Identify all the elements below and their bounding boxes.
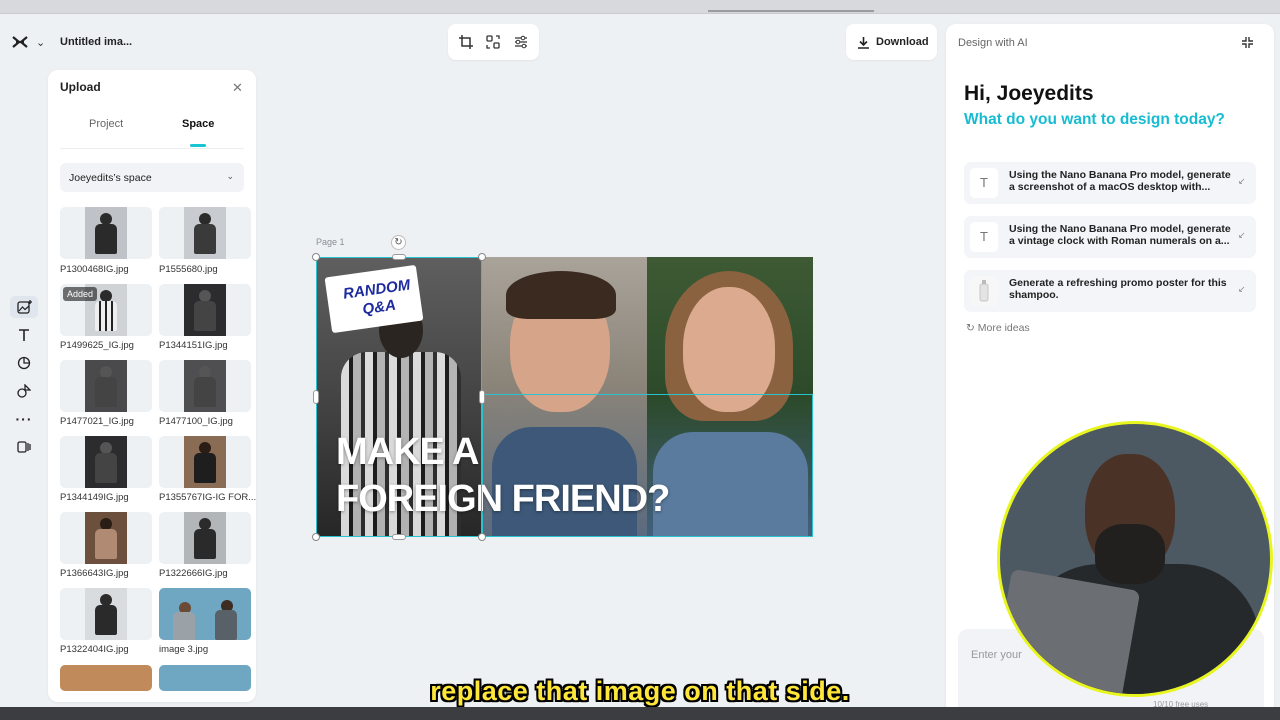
close-icon[interactable]: ✕: [232, 80, 243, 96]
file-name: P1344149IG.jpg: [60, 492, 129, 503]
page-label: Page 1: [316, 237, 345, 247]
download-label: Download: [876, 36, 929, 48]
suggestion-text: Using the Nano Banana Pro model, generat…: [1009, 169, 1231, 193]
more-ideas-label: More ideas: [977, 322, 1030, 334]
upload-panel: Upload ✕ Project Space Joeyedits’s space…: [48, 70, 256, 702]
shapes-icon: [17, 356, 31, 370]
resize-handle[interactable]: [392, 254, 406, 260]
insert-arrow-icon[interactable]: ↙: [1238, 230, 1246, 241]
resize-handle[interactable]: [312, 533, 320, 541]
space-select[interactable]: Joeyedits’s space ⌄: [60, 163, 244, 192]
tab-divider: [60, 148, 244, 149]
insert-arrow-icon[interactable]: ↙: [1238, 176, 1246, 187]
text-icon: T: [970, 222, 998, 252]
added-badge: Added: [63, 287, 98, 301]
file-name: P1300468IG.jpg: [60, 264, 129, 275]
webcam-overlay: [997, 421, 1273, 697]
file-thumbnail[interactable]: [60, 588, 152, 640]
suggestion-card[interactable]: T Using the Nano Banana Pro model, gener…: [964, 216, 1256, 258]
more-tools[interactable]: ···: [10, 408, 38, 430]
browser-scroll-indicator: [708, 10, 874, 12]
upload-image-tool[interactable]: [10, 296, 38, 318]
chevron-down-icon: ⌄: [226, 171, 234, 181]
file-name: P1555680.jpg: [159, 264, 218, 275]
crop-icon[interactable]: [455, 31, 477, 53]
file-thumbnail[interactable]: [159, 360, 251, 412]
file-name: P1366643IG.jpg: [60, 568, 129, 579]
browser-chrome: [0, 0, 1280, 14]
active-tab-indicator: [190, 144, 206, 147]
refresh-icon: ↻: [966, 322, 975, 334]
tab-project[interactable]: Project: [89, 118, 123, 130]
shampoo-thumbnail-icon: [970, 276, 998, 306]
file-name: P1499625_IG.jpg: [60, 340, 134, 351]
panel-toggle-tool[interactable]: [10, 436, 38, 458]
suggestion-card[interactable]: Generate a refreshing promo poster for t…: [964, 270, 1256, 312]
file-thumbnail[interactable]: [60, 207, 152, 259]
panel-icon: [17, 441, 31, 453]
collapse-icon[interactable]: [1241, 36, 1254, 52]
resize-handle[interactable]: [312, 253, 320, 261]
file-name: P1477100_IG.jpg: [159, 416, 233, 427]
file-thumbnail[interactable]: [159, 436, 251, 488]
elements-tool[interactable]: [10, 380, 38, 402]
top-bar: ⌄ Untitled ima... Download: [0, 14, 945, 70]
resize-handle[interactable]: [478, 253, 486, 261]
capcut-logo-icon[interactable]: [11, 35, 29, 49]
file-name: image 3.jpg: [159, 644, 209, 655]
file-thumbnail[interactable]: [60, 360, 152, 412]
text-icon: T: [970, 168, 998, 198]
chevron-down-icon[interactable]: ⌄: [36, 36, 45, 49]
resize-handle[interactable]: [478, 533, 486, 541]
more-dots-icon: ···: [15, 411, 33, 427]
greeting: Hi, Joeyedits: [964, 82, 1094, 105]
insert-arrow-icon[interactable]: ↙: [1238, 284, 1246, 295]
upload-panel-title: Upload: [60, 80, 101, 94]
ai-panel-header: Design with AI: [958, 37, 1028, 49]
document-title[interactable]: Untitled ima...: [60, 36, 132, 48]
left-tool-rail: ···: [8, 296, 40, 458]
elements-icon: [17, 384, 31, 398]
rotate-handle-icon[interactable]: ↻: [391, 235, 406, 250]
file-thumbnail[interactable]: [159, 284, 251, 336]
file-thumbnail[interactable]: Added: [60, 284, 152, 336]
selection-frame: [316, 257, 482, 537]
file-name: P1322404IG.jpg: [60, 644, 129, 655]
arrange-icon[interactable]: [482, 31, 504, 53]
adjust-icon[interactable]: [510, 31, 532, 53]
file-thumbnail[interactable]: [60, 436, 152, 488]
file-name: P1355767IG-IG FOR...: [159, 492, 256, 503]
resize-handle[interactable]: [392, 534, 406, 540]
resize-handle[interactable]: [479, 390, 485, 404]
image-toolbar: [448, 24, 539, 60]
more-ideas-button[interactable]: ↻ More ideas: [966, 322, 1030, 334]
tab-space[interactable]: Space: [182, 118, 214, 130]
file-name: P1344151IG.jpg: [159, 340, 228, 351]
file-thumbnail[interactable]: [159, 512, 251, 564]
video-subtitle: replace that image on that side.: [430, 676, 850, 706]
file-thumbnail[interactable]: [60, 512, 152, 564]
image-upload-icon: [16, 299, 32, 314]
text-tool[interactable]: [10, 324, 38, 346]
file-thumbnail[interactable]: [159, 588, 251, 640]
text-icon: [19, 329, 29, 341]
download-icon: [858, 36, 869, 49]
file-name: P1477021_IG.jpg: [60, 416, 134, 427]
resize-handle[interactable]: [313, 390, 319, 404]
download-button[interactable]: Download: [846, 24, 937, 60]
suggestion-card[interactable]: T Using the Nano Banana Pro model, gener…: [964, 162, 1256, 204]
space-select-value: Joeyedits’s space: [69, 172, 152, 184]
suggestion-text: Using the Nano Banana Pro model, generat…: [1009, 223, 1231, 247]
file-name: P1322666IG.jpg: [159, 568, 228, 579]
file-thumbnail[interactable]: [159, 207, 251, 259]
design-question: What do you want to design today?: [964, 111, 1225, 128]
video-progress-bar[interactable]: [0, 707, 1280, 720]
suggestion-text: Generate a refreshing promo poster for t…: [1009, 277, 1227, 301]
shapes-tool[interactable]: [10, 352, 38, 374]
